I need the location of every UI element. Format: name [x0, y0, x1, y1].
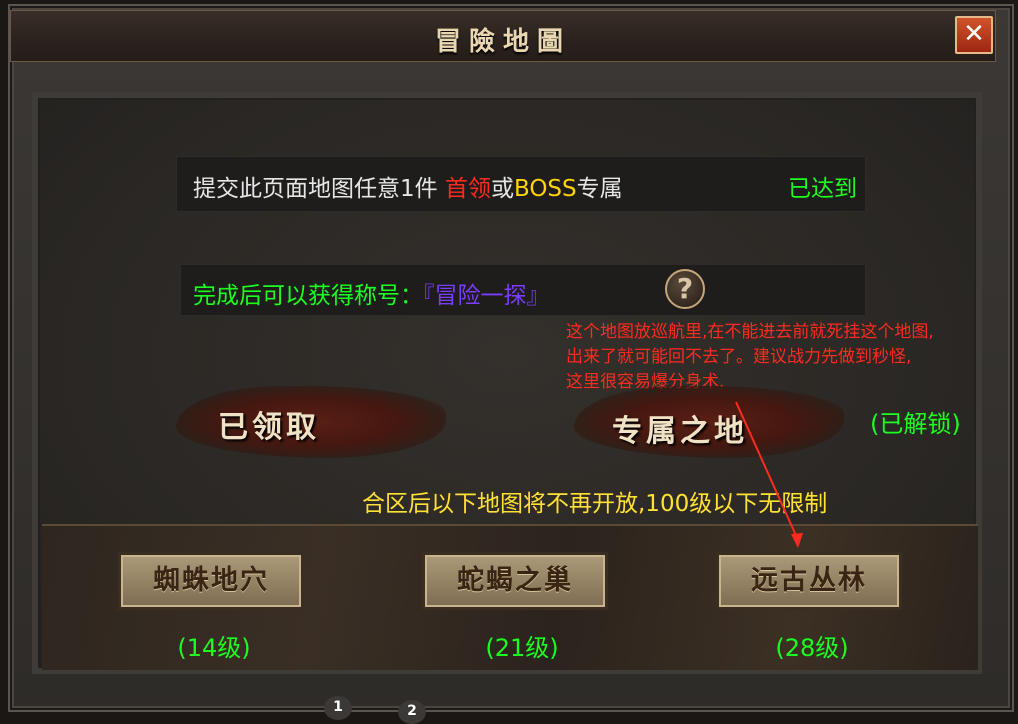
reward-prefix: 完成后可以获得称号：	[193, 283, 423, 309]
page-indicator-1[interactable]: 1	[324, 696, 352, 720]
help-icon[interactable]: ?	[665, 269, 705, 309]
map-button-spider-cave[interactable]: 蜘蛛地穴	[118, 552, 304, 610]
map-button-snake-nest[interactable]: 蛇蝎之巢	[422, 552, 608, 610]
requirement-prefix: 提交此页面地图任意1件	[193, 176, 445, 202]
reward-label: 完成后可以获得称号：『冒险一探』	[193, 276, 550, 310]
page-indicator-2[interactable]: 2	[398, 700, 426, 724]
claimed-banner[interactable]: 已领取	[218, 402, 320, 446]
requirement-suffix: 专属	[576, 176, 623, 202]
merge-notice: 合区后以下地图将不再开放,100级以下无限制	[362, 491, 828, 517]
map-level-ancient-jungle: (28级)	[775, 634, 849, 662]
reward-box: 完成后可以获得称号：『冒险一探』 ?	[180, 264, 866, 316]
requirement-status: 已达到	[788, 176, 857, 202]
map-level-snake-nest: (21级)	[485, 634, 559, 662]
annotation-note: 这个地图放巡航里,在不能进去前就死挂这个地图, 出来了就可能回不去了。建议战力先…	[566, 320, 1018, 395]
window-title: 冒險地圖	[434, 27, 571, 57]
title-bar: 冒險地圖	[10, 10, 996, 62]
close-button[interactable]: ✕	[955, 16, 993, 54]
map-button-ancient-jungle[interactable]: 远古丛林	[716, 552, 902, 610]
requirement-text: 提交此页面地图任意1件 首领或BOSS专属	[193, 169, 623, 203]
unlocked-label: (已解锁)	[870, 410, 961, 438]
reward-title: 『冒险一探』	[423, 283, 550, 309]
requirement-box: 提交此页面地图任意1件 首领或BOSS专属 已达到	[176, 156, 866, 212]
exclusive-land-banner[interactable]: 专属之地	[612, 406, 748, 450]
map-level-spider-cave: (14级)	[177, 634, 251, 662]
annotation-line-1: 这个地图放巡航里,在不能进去前就死挂这个地图,	[566, 322, 934, 342]
requirement-boss-label: 首领	[444, 176, 491, 202]
annotation-line-2: 出来了就可能回不去了。建议战力先做到秒怪,	[566, 347, 912, 367]
requirement-or: 或	[490, 176, 514, 202]
requirement-boss-en: BOSS	[513, 176, 577, 202]
